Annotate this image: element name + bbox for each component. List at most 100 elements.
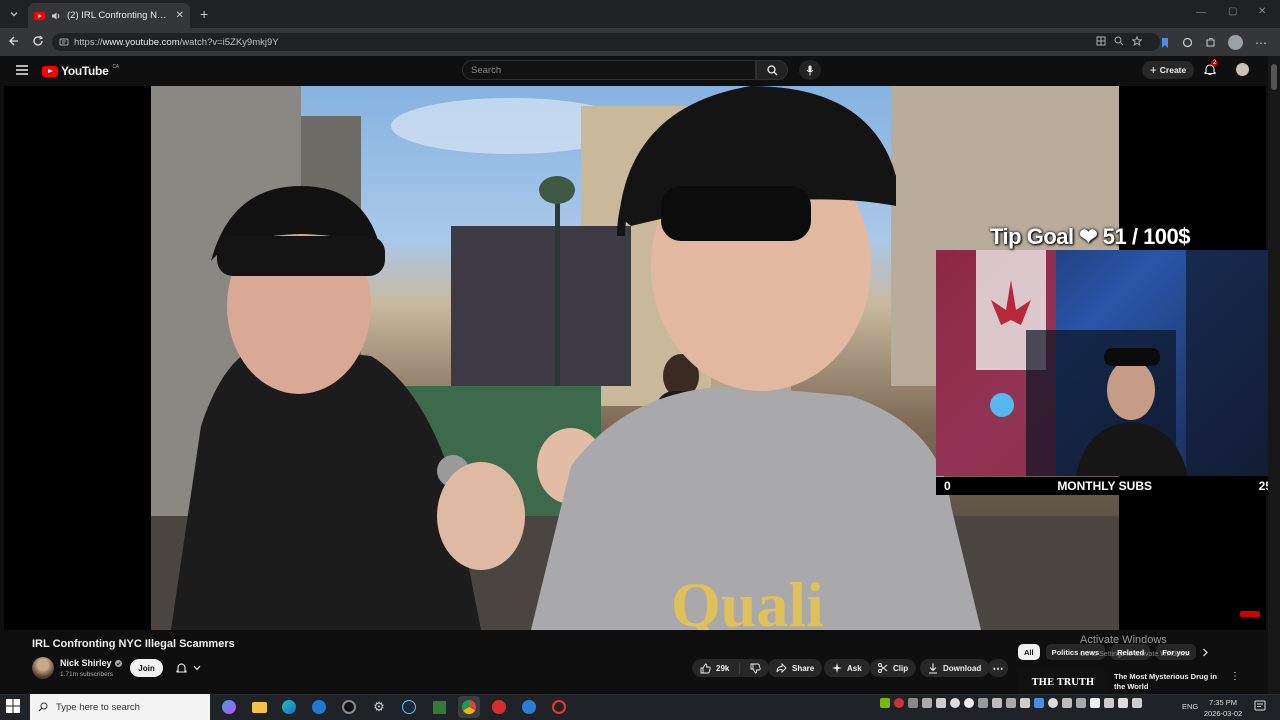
account-avatar[interactable]: [1236, 63, 1249, 76]
clip-button[interactable]: Clip: [870, 659, 917, 677]
browser-menu-icon[interactable]: ⋯: [1255, 36, 1267, 50]
url-prefix: https://: [74, 36, 103, 48]
input-language[interactable]: ENG: [1182, 702, 1198, 711]
subscription-bell-button[interactable]: [170, 659, 206, 677]
new-tab-button[interactable]: +: [200, 6, 208, 22]
extension-icon[interactable]: [1160, 37, 1170, 49]
share-button[interactable]: Share: [768, 659, 823, 677]
tray-shield-icon[interactable]: [922, 698, 932, 708]
download-button[interactable]: Download: [920, 659, 990, 677]
tray-chat-icon[interactable]: [992, 698, 1002, 708]
tray-sync-icon[interactable]: [1048, 698, 1058, 708]
reload-icon[interactable]: [32, 35, 44, 47]
obs-app-icon[interactable]: [548, 696, 570, 718]
tab-search-icon[interactable]: [8, 8, 20, 20]
taskbar-clock[interactable]: 7:35 PM 2026-03-02: [1200, 697, 1246, 719]
back-icon[interactable]: [8, 35, 20, 47]
like-count: 29k: [716, 663, 730, 673]
streamer-webcam-overlay: [936, 250, 1280, 476]
extensions-puzzle-icon[interactable]: [1205, 37, 1216, 48]
settings-gear-icon[interactable]: ⚙: [368, 696, 390, 718]
hamburger-menu-icon[interactable]: [16, 65, 28, 75]
scrollbar-thumb[interactable]: [1271, 64, 1277, 90]
browser-tab-active[interactable]: (2) IRL Confronting NYC Illegal Scammers…: [28, 3, 190, 28]
search-button[interactable]: [756, 60, 788, 80]
ask-button[interactable]: Ask: [824, 659, 870, 677]
like-button[interactable]: 29k: [700, 662, 741, 674]
notification-center-icon[interactable]: [1254, 700, 1266, 712]
tray-record-icon[interactable]: [894, 698, 904, 708]
recommended-video-title[interactable]: The Most Mysterious Drug in the World: [1114, 672, 1224, 692]
tray-volume-icon[interactable]: [1118, 698, 1128, 708]
url-path: /watch?v=i5ZKy9mkj9Y: [179, 36, 279, 48]
bookmark-star-icon[interactable]: [1132, 36, 1142, 46]
dev-app-icon[interactable]: [518, 696, 540, 718]
taskbar-search-input[interactable]: Type here to search: [30, 694, 210, 720]
tray-discord-icon[interactable]: [950, 698, 960, 708]
search-icon: [38, 702, 48, 712]
chrome-browser-icon[interactable]: [458, 696, 480, 718]
url-bar[interactable]: https://www.youtube.com/watch?v=i5ZKy9mk…: [52, 33, 1160, 51]
app-launcher-icon[interactable]: [308, 696, 330, 718]
site-info-icon[interactable]: [59, 37, 69, 47]
tab-close-icon[interactable]: ✕: [176, 10, 184, 21]
profile-avatar[interactable]: [1228, 35, 1243, 50]
svg-text:Quali: Quali: [671, 569, 824, 630]
search-input[interactable]: Search: [462, 60, 756, 80]
create-button[interactable]: + Create: [1142, 61, 1194, 79]
subscriber-count: 1.71m subscribers: [60, 671, 114, 678]
window-close-icon[interactable]: ✕: [1258, 6, 1266, 17]
install-app-icon[interactable]: [1096, 36, 1106, 46]
file-explorer-icon[interactable]: [248, 696, 270, 718]
youtube-region: CA: [112, 64, 119, 70]
channel-avatar[interactable]: [32, 657, 54, 679]
system-tray: [880, 698, 1142, 708]
tray-cloud-icon[interactable]: [1020, 698, 1030, 708]
tray-nvidia-icon[interactable]: [880, 698, 890, 708]
youtube-logo[interactable]: YouTube CA: [42, 64, 119, 78]
tray-network-icon[interactable]: [1104, 698, 1114, 708]
tray-app-icon[interactable]: [908, 698, 918, 708]
subscribe-watermark-icon[interactable]: [1240, 611, 1260, 617]
join-button[interactable]: Join: [130, 659, 163, 677]
tray-mic-icon[interactable]: [1132, 698, 1142, 708]
thumbs-down-icon: [750, 663, 761, 674]
windows-start-icon[interactable]: [6, 699, 22, 715]
dislike-button[interactable]: [740, 663, 761, 674]
tray-wifi-off-icon[interactable]: [1062, 698, 1072, 708]
steam-app-icon[interactable]: [398, 696, 420, 718]
channel-name-link[interactable]: Nick Shirley: [60, 658, 122, 668]
chevron-down-icon: [193, 665, 201, 671]
clip-label: Clip: [893, 663, 909, 673]
recommended-video-thumbnail[interactable]: THE TRUTH: [1018, 670, 1108, 696]
plus-icon: +: [1149, 63, 1157, 77]
maximize-icon[interactable]: ▢: [1228, 6, 1237, 17]
taskbar-apps: ⚙: [218, 696, 570, 718]
more-actions-button[interactable]: ⋯: [988, 659, 1008, 677]
download-icon: [928, 663, 938, 674]
tray-steam-icon[interactable]: [964, 698, 974, 708]
edge-browser-icon[interactable]: [278, 696, 300, 718]
tray-display-icon[interactable]: [1076, 698, 1086, 708]
tray-battery-icon[interactable]: [1090, 698, 1100, 708]
search-placeholder: Search: [471, 64, 502, 76]
notifications-button[interactable]: 2: [1204, 60, 1219, 76]
tray-audio-icon[interactable]: [1006, 698, 1016, 708]
video-menu-icon[interactable]: ⋮: [1230, 671, 1240, 682]
tray-camera-icon[interactable]: [978, 698, 988, 708]
page-scrollbar[interactable]: [1268, 56, 1280, 694]
tray-bluetooth-icon[interactable]: [1034, 698, 1044, 708]
copilot-app-icon[interactable]: [218, 696, 240, 718]
minimize-icon[interactable]: —: [1196, 7, 1206, 18]
chevron-right-icon[interactable]: [1202, 648, 1209, 657]
chip-all[interactable]: All: [1018, 644, 1040, 660]
notes-app-icon[interactable]: [428, 696, 450, 718]
speaker-icon[interactable]: [51, 11, 61, 21]
scissors-icon: [878, 663, 888, 673]
tray-dropbox-icon[interactable]: [936, 698, 946, 708]
voice-search-button[interactable]: [799, 60, 821, 80]
recording-app-icon[interactable]: [488, 696, 510, 718]
sync-icon[interactable]: [1182, 37, 1193, 48]
media-app-icon[interactable]: [338, 696, 360, 718]
zoom-icon[interactable]: [1114, 36, 1124, 46]
